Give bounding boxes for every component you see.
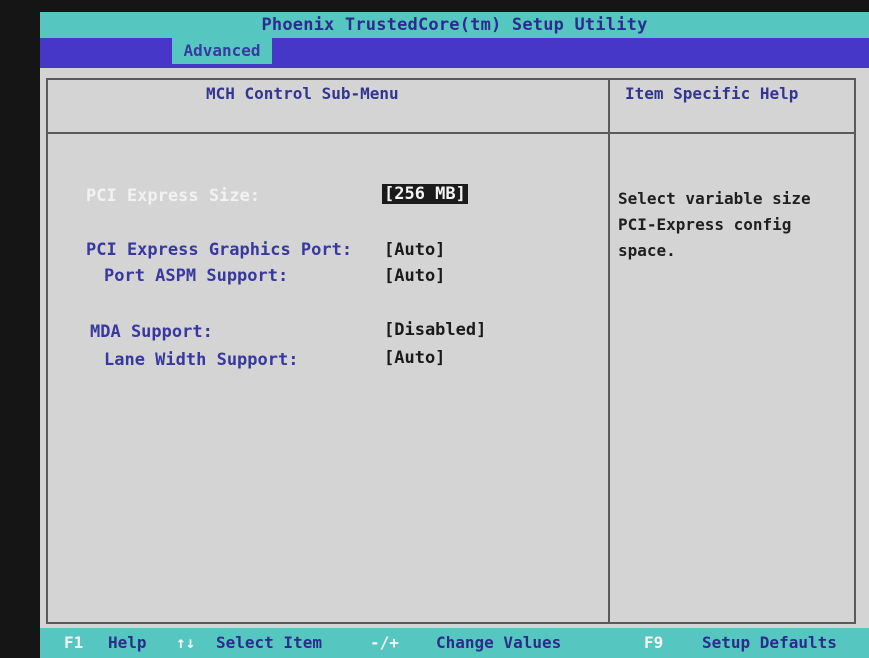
- app-title: Phoenix TrustedCore(tm) Setup Utility: [261, 15, 648, 35]
- help-text: Select variable size PCI-Express config …: [618, 189, 811, 260]
- key-f1-desc: Help: [108, 633, 147, 652]
- key-f1: F1: [64, 633, 84, 652]
- key-select-desc: Select Item: [216, 633, 322, 652]
- setting-value-port-aspm-support[interactable]: [Auto]: [384, 266, 445, 286]
- tab-advanced[interactable]: Advanced: [172, 38, 272, 64]
- key-f9: F9: [644, 633, 664, 652]
- setting-value-lane-width-support[interactable]: [Auto]: [384, 348, 445, 368]
- submenu-title: MCH Control Sub-Menu: [206, 84, 399, 103]
- setting-label-port-aspm-support[interactable]: Port ASPM Support:: [104, 266, 288, 286]
- setting-label-lane-width-support[interactable]: Lane Width Support:: [104, 350, 298, 370]
- setting-value-pci-express-graphics-port[interactable]: [Auto]: [384, 240, 445, 260]
- help-title: Item Specific Help: [625, 84, 799, 103]
- bios-screen: Phoenix TrustedCore(tm) Setup Utility Ad…: [40, 12, 869, 658]
- main-area: MCH Control Sub-Menu Item Specific Help …: [40, 68, 869, 628]
- key-plus-minus: -/+: [370, 633, 399, 652]
- setting-value-mda-support[interactable]: [Disabled]: [384, 320, 486, 340]
- status-bar: F1 Help ↑↓ Select Item -/+ Change Values…: [40, 628, 869, 658]
- vertical-divider: [608, 80, 610, 622]
- key-f9-desc: Setup Defaults: [702, 633, 837, 652]
- horizontal-divider: [48, 132, 854, 134]
- menu-bar: Advanced: [40, 38, 869, 68]
- arrow-keys-icon: ↑↓: [176, 633, 196, 652]
- title-bar: Phoenix TrustedCore(tm) Setup Utility: [40, 12, 869, 38]
- setting-label-pci-express-size[interactable]: PCI Express Size:: [86, 186, 260, 206]
- key-change-desc: Change Values: [436, 633, 562, 652]
- setting-label-mda-support[interactable]: MDA Support:: [90, 322, 213, 342]
- setting-label-pci-express-graphics-port[interactable]: PCI Express Graphics Port:: [86, 240, 352, 260]
- setting-value-pci-express-size[interactable]: [256 MB]: [382, 184, 468, 204]
